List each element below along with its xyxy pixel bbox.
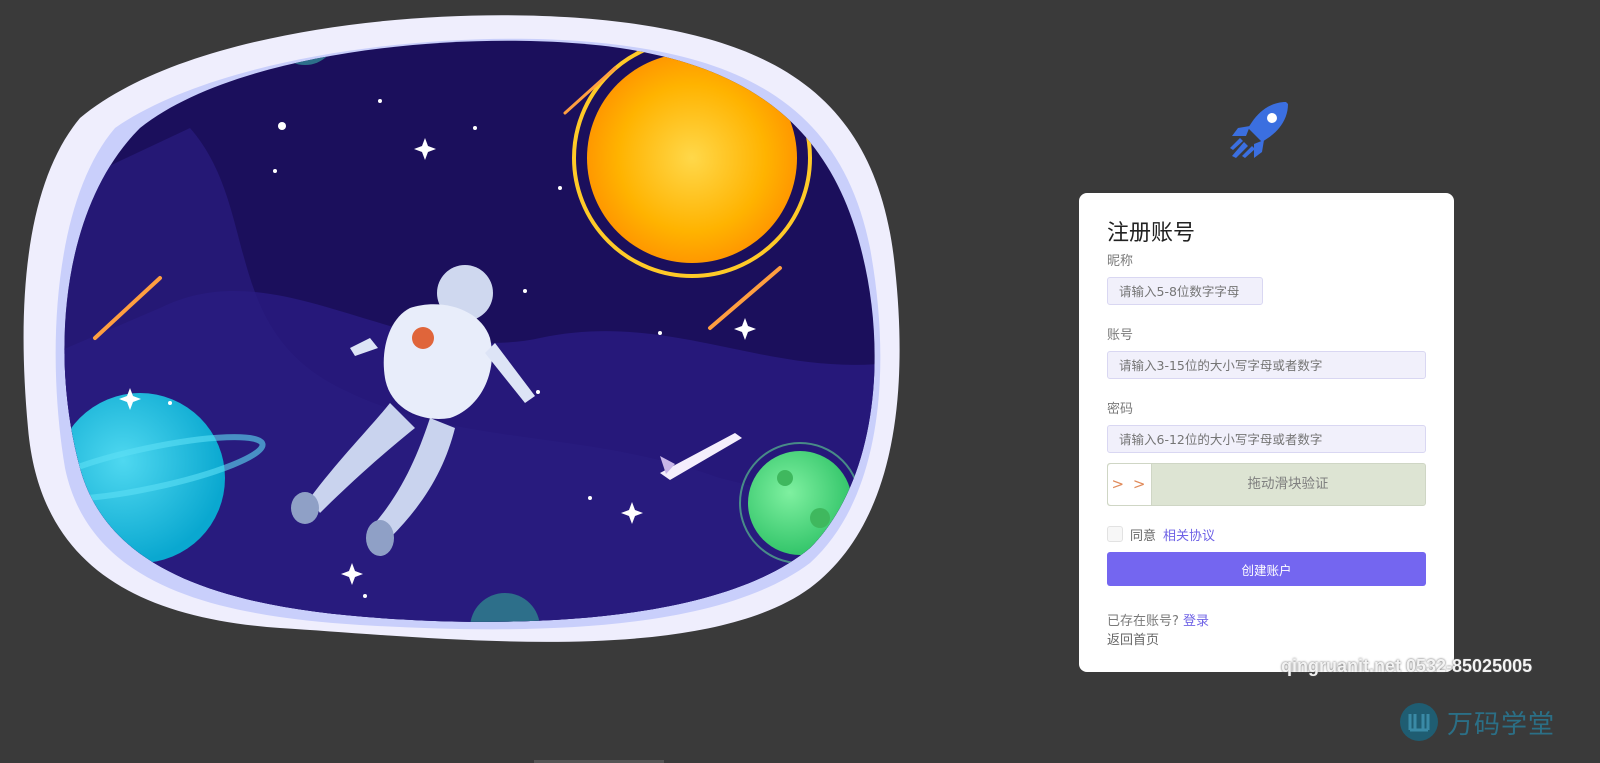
slider-captcha: > > 拖动滑块验证 xyxy=(1107,463,1426,506)
existing-account-text: 已存在账号? xyxy=(1107,614,1179,629)
back-home-link[interactable]: 返回首页 xyxy=(1107,631,1426,650)
account-label: 账号 xyxy=(1107,328,1134,343)
existing-account-row: 已存在账号? 登录 xyxy=(1107,612,1426,631)
create-account-button[interactable]: 创建账户 xyxy=(1107,552,1426,586)
brand-name: 万码学堂 xyxy=(1447,709,1556,740)
login-link[interactable]: 登录 xyxy=(1183,614,1209,629)
contact-watermark: qingruanit.net 0532-85025005 xyxy=(1281,656,1533,676)
agree-label: 同意 xyxy=(1130,528,1157,544)
agreement-row: 同意 相关协议 xyxy=(1107,524,1426,544)
astronaut-space-illustration xyxy=(23,15,900,642)
register-card: 注册账号 昵称 账号 密码 > > 拖动滑块验证 同意 相关协议 创建账户 已存… xyxy=(1079,193,1454,672)
brand-watermark: 万码学堂 xyxy=(1399,702,1555,742)
nickname-input[interactable] xyxy=(1107,277,1263,305)
slider-handle[interactable]: > > xyxy=(1108,464,1152,505)
slider-hint: 拖动滑块验证 xyxy=(1247,476,1329,492)
agreement-link[interactable]: 相关协议 xyxy=(1163,525,1215,544)
password-input[interactable] xyxy=(1107,425,1426,453)
wanma-logo-icon xyxy=(1400,703,1438,741)
account-input[interactable] xyxy=(1107,351,1426,379)
password-label: 密码 xyxy=(1107,402,1134,417)
nickname-label: 昵称 xyxy=(1107,254,1134,269)
rocket-icon xyxy=(1230,102,1288,158)
agree-checkbox[interactable] xyxy=(1107,526,1123,542)
page-title: 注册账号 xyxy=(1107,221,1196,246)
